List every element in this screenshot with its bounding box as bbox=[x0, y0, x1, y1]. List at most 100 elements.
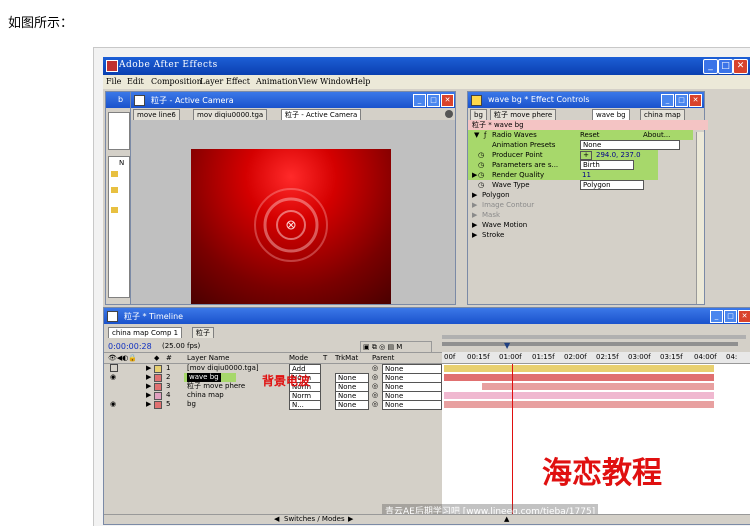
switches-modes-toggle[interactable]: Switches / Modes bbox=[284, 515, 345, 524]
crosshair-icon[interactable]: + bbox=[580, 151, 592, 160]
tab-china-map-comp[interactable]: china map Comp 1 bbox=[108, 327, 183, 338]
expand-arrow-icon[interactable]: ▶ bbox=[146, 400, 151, 409]
expand-arrow-icon[interactable]: ▶ bbox=[146, 382, 151, 391]
comp-close-button[interactable]: ✕ bbox=[441, 94, 454, 107]
tab-mov-diqiu[interactable]: mov diqiu0000.tga bbox=[193, 109, 268, 120]
tab-timeline-particle[interactable]: 粒子 bbox=[192, 327, 214, 338]
layer-duration-bar[interactable] bbox=[444, 374, 714, 381]
tab-wave-bg[interactable]: wave bg bbox=[592, 109, 630, 120]
label-color-swatch[interactable] bbox=[154, 383, 162, 391]
scroll-left-icon[interactable]: ◀ bbox=[274, 515, 279, 524]
keyframe-button-icon[interactable]: ⧉ bbox=[372, 343, 377, 351]
graph-icon[interactable]: ▤ bbox=[387, 343, 394, 351]
tab-active-camera[interactable]: 粒子 - Active Camera bbox=[281, 109, 362, 120]
expand-arrow-icon[interactable]: ▶ bbox=[472, 190, 477, 200]
tab-bg[interactable]: bg bbox=[470, 109, 487, 120]
timecode[interactable]: 0:00:00:28 bbox=[108, 342, 152, 351]
stopwatch-icon[interactable]: ◷ bbox=[478, 150, 484, 160]
comp-canvas[interactable] bbox=[191, 149, 391, 304]
zoom-mountain-icon[interactable]: ▲ bbox=[504, 515, 509, 524]
menu-animation[interactable]: Animation bbox=[256, 77, 298, 86]
expand-arrow-icon[interactable]: ▶ bbox=[146, 364, 151, 373]
menu-layer[interactable]: Layer bbox=[200, 77, 223, 86]
comp-minimize-button[interactable]: _ bbox=[413, 94, 426, 107]
layer-row[interactable]: ▶ 4 china map Norm None ◎ None bbox=[104, 391, 442, 401]
layer-name[interactable]: 粒子 move phere bbox=[187, 382, 245, 391]
wave-type-select[interactable]: Polygon bbox=[580, 180, 644, 190]
panel-menu-icon[interactable] bbox=[445, 110, 453, 118]
stopwatch-icon[interactable]: ◷ bbox=[478, 160, 484, 170]
fx-icon[interactable]: ƒ bbox=[484, 130, 486, 140]
stopwatch-icon[interactable]: ◷ bbox=[478, 180, 484, 190]
minimize-button[interactable]: _ bbox=[703, 59, 718, 74]
effects-minimize-button[interactable]: _ bbox=[661, 94, 674, 107]
timeline-maximize-button[interactable]: □ bbox=[724, 310, 737, 323]
tab-move-line6[interactable]: move line6 bbox=[133, 109, 180, 120]
layer-duration-bar[interactable] bbox=[444, 365, 714, 372]
producer-point-value[interactable]: 294.0, 237.0 bbox=[596, 150, 641, 160]
tab-move-phere[interactable]: 粒子 move phere bbox=[490, 109, 557, 120]
maximize-button[interactable]: □ bbox=[718, 59, 733, 74]
folder-icon[interactable] bbox=[111, 187, 118, 193]
folder-icon[interactable] bbox=[111, 171, 118, 177]
label-color-swatch[interactable] bbox=[154, 392, 162, 400]
expand-arrow-icon[interactable]: ▶ bbox=[472, 210, 477, 220]
label-color-swatch[interactable] bbox=[154, 365, 162, 373]
tab-china-map[interactable]: china map bbox=[640, 109, 685, 120]
expand-arrow-icon[interactable]: ▶ bbox=[146, 373, 151, 382]
stopwatch-icon[interactable]: ◷ bbox=[478, 170, 484, 180]
about-link[interactable]: About... bbox=[643, 130, 670, 140]
layer-name[interactable]: wave bg bbox=[187, 373, 221, 382]
render-quality-value[interactable]: 11 bbox=[582, 170, 591, 180]
menu-view[interactable]: View bbox=[298, 77, 318, 86]
time-ruler[interactable]: 00f 00:15f 01:00f 01:15f 02:00f 02:15f 0… bbox=[442, 352, 750, 363]
menu-effect[interactable]: Effect bbox=[226, 77, 250, 86]
timeline-close-button[interactable]: ✕ bbox=[738, 310, 750, 323]
effects-scrollbar[interactable] bbox=[696, 132, 704, 304]
expand-arrow-icon[interactable]: ▶ bbox=[146, 391, 151, 400]
time-navigator[interactable] bbox=[442, 342, 738, 346]
eye-icon[interactable]: ◉ bbox=[110, 373, 116, 382]
motion-blur-icon[interactable]: ◎ bbox=[379, 343, 385, 351]
visibility-toggle[interactable] bbox=[110, 364, 118, 373]
reset-link[interactable]: Reset bbox=[580, 130, 600, 140]
timeline-minimize-button[interactable]: _ bbox=[710, 310, 723, 323]
parent-pickwhip-icon[interactable]: ◎ bbox=[372, 373, 378, 382]
layer-name[interactable]: china map bbox=[187, 391, 224, 400]
comp-button-icon[interactable]: ▣ bbox=[361, 343, 370, 351]
effects-close-button[interactable]: ✕ bbox=[689, 94, 702, 107]
effect-row-radio-waves[interactable]: ▼ ƒ Radio Waves Reset About... bbox=[468, 130, 693, 140]
layer-row[interactable]: ◉ ▶ 5 bg N... None ◎ None bbox=[104, 400, 442, 410]
eye-icon[interactable]: ◉ bbox=[110, 400, 116, 409]
expand-arrow-icon[interactable]: ▶ bbox=[472, 220, 477, 230]
layer-duration-bar[interactable] bbox=[444, 392, 714, 399]
scroll-right-icon[interactable]: ▶ bbox=[348, 515, 353, 524]
close-button[interactable]: ✕ bbox=[733, 59, 748, 74]
layer-trkmat-select[interactable]: None bbox=[335, 400, 369, 410]
expand-arrow-icon[interactable]: ▶ bbox=[472, 170, 477, 180]
current-time-marker-icon[interactable]: ▼ bbox=[504, 341, 510, 350]
current-time-indicator[interactable] bbox=[512, 364, 513, 514]
project-list[interactable]: N bbox=[108, 156, 130, 298]
m-button-icon[interactable]: M bbox=[396, 343, 402, 351]
layer-duration-bar[interactable] bbox=[482, 383, 714, 390]
menu-edit[interactable]: Edit bbox=[127, 77, 144, 86]
folder-icon[interactable] bbox=[111, 207, 118, 213]
layer-name[interactable]: [mov diqiu0000.tga] bbox=[187, 364, 259, 373]
animation-presets-select[interactable]: None bbox=[580, 140, 680, 150]
layer-parent-select[interactable]: None bbox=[382, 400, 442, 410]
expand-arrow-icon[interactable]: ▶ bbox=[472, 200, 477, 210]
layer-duration-bar[interactable] bbox=[444, 401, 714, 408]
menu-window[interactable]: Window bbox=[320, 77, 353, 86]
effects-maximize-button[interactable]: □ bbox=[675, 94, 688, 107]
comp-maximize-button[interactable]: □ bbox=[427, 94, 440, 107]
label-color-swatch[interactable] bbox=[154, 374, 162, 382]
parameters-select[interactable]: Birth bbox=[580, 160, 634, 170]
expand-arrow-icon[interactable]: ▼ bbox=[474, 130, 479, 140]
menu-composition[interactable]: Composition bbox=[151, 77, 202, 86]
parent-pickwhip-icon[interactable]: ◎ bbox=[372, 400, 378, 409]
parent-pickwhip-icon[interactable]: ◎ bbox=[372, 382, 378, 391]
label-color-swatch[interactable] bbox=[154, 401, 162, 409]
menu-file[interactable]: File bbox=[106, 77, 121, 86]
parent-pickwhip-icon[interactable]: ◎ bbox=[372, 364, 378, 373]
